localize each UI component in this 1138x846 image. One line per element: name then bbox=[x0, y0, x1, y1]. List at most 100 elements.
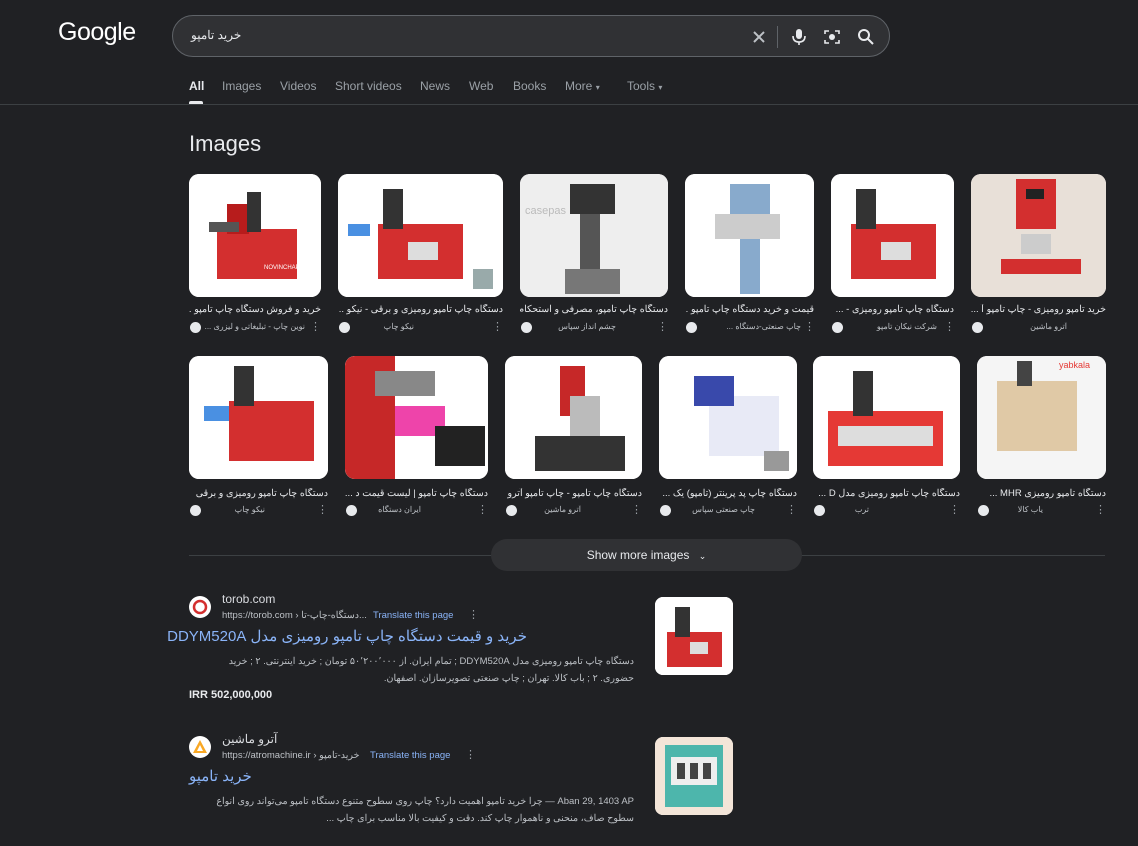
tab-tools[interactable]: Tools ▾ bbox=[627, 79, 662, 93]
image-caption[interactable]: دستگاه چاپ تامپو رومیزی و برقی - نیکو ..… bbox=[338, 304, 503, 315]
result-favicon bbox=[189, 596, 211, 618]
more-options-icon[interactable]: ⋮ bbox=[468, 608, 479, 621]
image-thumbnail[interactable] bbox=[685, 174, 814, 297]
tab-more-label: More bbox=[565, 79, 593, 93]
image-source[interactable]: چاپ صنعتی سپاس bbox=[675, 505, 755, 514]
more-options-icon[interactable]: ⋮ bbox=[786, 503, 797, 516]
tab-all[interactable]: All bbox=[189, 79, 204, 93]
result-snippet: سطوح صاف، منحنی و ناهموار چاپ کند. دقت و… bbox=[326, 813, 634, 824]
translate-link[interactable]: Translate this page bbox=[373, 610, 453, 621]
more-options-icon[interactable]: ⋮ bbox=[492, 320, 503, 333]
image-source[interactable]: چاپ صنعتی-دستگاه ... bbox=[701, 322, 801, 331]
tab-videos[interactable]: Videos bbox=[280, 79, 316, 93]
more-options-icon[interactable]: ⋮ bbox=[804, 320, 815, 333]
source-favicon bbox=[832, 322, 843, 333]
source-favicon bbox=[506, 505, 517, 516]
result-snippet: دستگاه چاپ تامپو رومیزی مدل DDYM520A ; ت… bbox=[228, 656, 634, 667]
chevron-down-icon: ▾ bbox=[658, 83, 663, 92]
image-source[interactable]: چشم انداز سپاس bbox=[536, 322, 616, 331]
more-options-icon[interactable]: ⋮ bbox=[465, 748, 476, 761]
source-favicon bbox=[339, 322, 350, 333]
source-favicon bbox=[978, 505, 989, 516]
more-options-icon[interactable]: ⋮ bbox=[477, 503, 488, 516]
more-options-icon[interactable]: ⋮ bbox=[310, 320, 321, 333]
image-caption[interactable]: دستگاه چاپ تامپو رومیزی - ... bbox=[831, 304, 954, 315]
image-thumbnail[interactable] bbox=[338, 174, 503, 297]
result-url[interactable]: https://atromachine.ir › خرید-تامپو bbox=[222, 750, 359, 761]
search-divider bbox=[777, 26, 778, 48]
image-caption[interactable]: دستگاه چاپ تامپو رومیزی مدل D ... bbox=[813, 488, 960, 499]
image-caption[interactable]: دستگاه چاپ پد پرینتر (تامپو) یک ... bbox=[659, 488, 797, 499]
svg-text:casepas: casepas bbox=[525, 205, 566, 217]
image-source[interactable]: ایران دستگاه bbox=[361, 505, 421, 514]
image-caption[interactable]: دستگاه چاپ تامپو | لیست قیمت د ... bbox=[345, 488, 488, 499]
more-options-icon[interactable]: ⋮ bbox=[317, 503, 328, 516]
image-caption[interactable]: دستگاه چاپ تامپو - چاپ تامپو آترو ما ... bbox=[505, 488, 642, 499]
image-thumbnail[interactable]: casepas bbox=[520, 174, 668, 297]
source-favicon bbox=[814, 505, 825, 516]
image-source[interactable]: یاب کالا bbox=[993, 505, 1043, 514]
more-options-icon[interactable]: ⋮ bbox=[949, 503, 960, 516]
image-caption[interactable]: دستگاه تامپو رومیزی MHR ... bbox=[977, 488, 1106, 499]
image-caption[interactable]: دستگاه چاپ تامپو، مصرفی و استحکام ... bbox=[520, 304, 668, 315]
more-options-icon[interactable]: ⋮ bbox=[1095, 503, 1106, 516]
tab-images[interactable]: Images bbox=[222, 79, 261, 93]
svg-text:NOVINCHAP.IR: NOVINCHAP.IR bbox=[264, 265, 307, 271]
pad-printer-image: NOVINCHAP.IR bbox=[189, 174, 321, 297]
image-source[interactable]: شرکت نیکان تامپو bbox=[847, 322, 937, 331]
image-thumbnail[interactable] bbox=[189, 356, 328, 479]
clear-icon[interactable] bbox=[749, 27, 769, 47]
image-source[interactable]: نوین چاپ - تبلیغاتی و لیزری ... bbox=[205, 322, 305, 331]
search-icon[interactable] bbox=[856, 27, 876, 47]
lens-icon[interactable] bbox=[822, 27, 842, 47]
more-options-icon[interactable]: ⋮ bbox=[657, 320, 668, 333]
tab-web[interactable]: Web bbox=[469, 79, 493, 93]
image-source[interactable]: نیکو چاپ bbox=[205, 505, 265, 514]
result-title[interactable]: خرید تامپو bbox=[189, 767, 252, 785]
image-caption[interactable]: دستگاه چاپ تامپو رومیزی و برقی bbox=[189, 488, 328, 499]
image-thumbnail[interactable]: yabkala bbox=[977, 356, 1106, 479]
source-favicon bbox=[190, 322, 201, 333]
image-caption[interactable]: خرید تامپو رومیزی - چاپ تامپو آ ... bbox=[971, 304, 1106, 315]
image-caption[interactable]: قیمت و خرید دستگاه چاپ تامپو ... bbox=[685, 304, 814, 315]
image-thumbnail[interactable] bbox=[971, 174, 1106, 297]
image-thumbnail[interactable] bbox=[345, 356, 488, 479]
result-url[interactable]: https://torob.com › دستگاه-چاپ-تا... bbox=[222, 610, 367, 621]
image-thumbnail[interactable] bbox=[813, 356, 960, 479]
result-site-name[interactable]: torob.com bbox=[222, 592, 275, 606]
image-thumbnail[interactable] bbox=[831, 174, 954, 297]
translate-link[interactable]: Translate this page bbox=[370, 750, 450, 761]
tab-books[interactable]: Books bbox=[513, 79, 546, 93]
source-favicon bbox=[660, 505, 671, 516]
search-input[interactable]: خرید تامپو bbox=[191, 28, 241, 42]
result-favicon bbox=[189, 736, 211, 758]
image-thumbnail[interactable]: NOVINCHAP.IR bbox=[189, 174, 321, 297]
mic-icon[interactable] bbox=[789, 27, 809, 47]
tab-tools-label: Tools bbox=[627, 79, 656, 93]
image-source[interactable]: آترو ماشین bbox=[987, 322, 1067, 331]
search-box[interactable]: خرید تامپو bbox=[172, 15, 890, 57]
result-title[interactable]: خرید و قیمت دستگاه چاپ تامپو رومیزی مدل … bbox=[167, 627, 527, 645]
tab-news[interactable]: News bbox=[420, 79, 450, 93]
image-thumbnail[interactable] bbox=[505, 356, 642, 479]
header-divider bbox=[0, 104, 1138, 105]
more-options-icon[interactable]: ⋮ bbox=[631, 503, 642, 516]
result-thumbnail[interactable] bbox=[655, 597, 733, 675]
image-source[interactable]: ترب bbox=[829, 505, 869, 514]
result-thumbnail[interactable] bbox=[655, 737, 733, 815]
result-price: IRR 502,000,000 bbox=[189, 689, 273, 701]
images-heading: Images bbox=[189, 131, 262, 156]
show-more-images-button[interactable]: Show more images ⌄ bbox=[491, 539, 802, 571]
image-thumbnail[interactable] bbox=[659, 356, 797, 479]
image-caption[interactable]: خرید و فروش دستگاه چاپ تامپو ... bbox=[189, 304, 321, 315]
result-snippet: حضوری. ۲ ; باب کالا. تهران ; چاپ صنعتی ت… bbox=[383, 673, 634, 684]
more-options-icon[interactable]: ⋮ bbox=[944, 320, 955, 333]
chevron-down-icon: ⌄ bbox=[698, 551, 707, 561]
tab-more[interactable]: More ▾ bbox=[565, 79, 600, 93]
image-source[interactable]: نیکو چاپ bbox=[354, 322, 414, 331]
tab-short-videos[interactable]: Short videos bbox=[335, 79, 402, 93]
chevron-down-icon: ▾ bbox=[595, 83, 600, 92]
image-source[interactable]: آترو ماشین bbox=[521, 505, 581, 514]
result-site-name[interactable]: آترو ماشین bbox=[222, 732, 277, 746]
google-logo[interactable]: Google bbox=[58, 18, 136, 47]
